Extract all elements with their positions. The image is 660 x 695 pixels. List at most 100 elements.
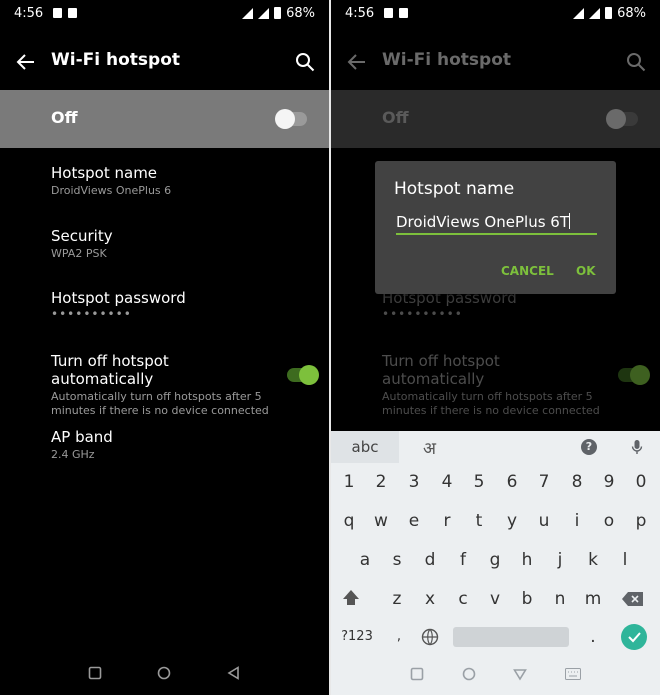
master-switch-label: Off (51, 108, 78, 127)
key[interactable]: p (625, 501, 657, 541)
home-icon[interactable] (157, 666, 171, 680)
status-bar: 4:56 68% (0, 0, 329, 26)
key[interactable]: y (496, 501, 528, 541)
key[interactable]: b (511, 579, 543, 619)
hotspot-master-switch-row: Off (331, 90, 660, 148)
keyboard-tab-abc[interactable]: abc (331, 431, 399, 463)
cancel-button[interactable]: CANCEL (501, 264, 554, 278)
search-icon[interactable] (624, 50, 648, 74)
key[interactable]: f (447, 540, 479, 580)
master-switch-label: Off (382, 108, 409, 127)
cell-signal-icon (258, 7, 270, 19)
key[interactable]: q (333, 501, 365, 541)
arrow-left-icon[interactable] (345, 50, 369, 74)
app-bar: Wi-Fi hotspot (0, 38, 329, 86)
back-nav-icon[interactable] (227, 666, 241, 680)
enter-check-icon[interactable] (621, 624, 647, 650)
setting-title: Security (51, 227, 113, 245)
battery-percent: 68% (617, 5, 646, 21)
key[interactable]: s (381, 540, 413, 580)
key[interactable]: e (398, 501, 430, 541)
key[interactable]: i (561, 501, 593, 541)
globe-icon[interactable] (421, 628, 439, 646)
mic-icon[interactable] (631, 439, 643, 455)
setting-hotspot-password[interactable]: Hotspot password •••••••••• (51, 289, 269, 321)
key[interactable]: k (577, 540, 609, 580)
key[interactable]: 0 (625, 462, 657, 502)
key[interactable]: j (544, 540, 576, 580)
key[interactable]: c (447, 579, 479, 619)
key[interactable]: r (431, 501, 463, 541)
wifi-signal-icon (242, 7, 254, 19)
keyboard-row-2: a s d f g h j k l (331, 540, 660, 580)
key[interactable]: z (381, 579, 413, 619)
key[interactable]: a (349, 540, 381, 580)
key[interactable]: 1 (333, 462, 365, 502)
battery-percent: 68% (286, 5, 315, 21)
hotspot-master-switch-row[interactable]: Off (0, 90, 329, 148)
keyboard-switch-icon[interactable] (565, 668, 582, 680)
setting-title: Turn off hotspot automatically (382, 352, 500, 388)
key[interactable]: l (609, 540, 641, 580)
key[interactable]: x (414, 579, 446, 619)
recents-icon[interactable] (88, 666, 102, 680)
nav-bar (0, 651, 329, 695)
wifi-signal-icon (573, 7, 585, 19)
setting-security[interactable]: Security WPA2 PSK (51, 227, 269, 261)
setting-hotspot-name[interactable]: Hotspot name DroidViews OnePlus 6 (51, 164, 269, 198)
image-notification-icon (68, 8, 78, 18)
period-key[interactable]: . (577, 617, 609, 657)
search-icon[interactable] (293, 50, 317, 74)
image-notification-icon (399, 8, 409, 18)
auto-off-toggle[interactable] (287, 365, 319, 385)
status-bar: 4:56 68% (331, 0, 660, 26)
key[interactable]: o (593, 501, 625, 541)
screen-rename-dialog: 4:56 68% Wi-Fi hotspot Off Hotspot passw… (331, 0, 660, 695)
keyboard-tab-hindi[interactable]: अ (423, 436, 436, 459)
hotspot-toggle[interactable] (275, 109, 307, 129)
hotspot-name-input[interactable]: DroidViews OnePlus 6T (396, 211, 597, 235)
keyboard-bottom-row: ?123 , . (331, 617, 660, 657)
emoji-comma-key[interactable]: , (383, 617, 415, 657)
key[interactable]: g (479, 540, 511, 580)
keyboard-toolbar: abc अ ? (331, 431, 660, 463)
key[interactable]: 3 (398, 462, 430, 502)
setting-auto-off[interactable]: Turn off hotspot automatically Automatic… (51, 352, 269, 418)
key[interactable]: u (528, 501, 560, 541)
dialog-title: Hotspot name (394, 179, 515, 199)
hide-keyboard-icon[interactable] (513, 667, 528, 681)
text-caret (568, 213, 570, 229)
space-key[interactable] (453, 627, 569, 647)
key[interactable]: v (479, 579, 511, 619)
key[interactable]: 8 (561, 462, 593, 502)
setting-password-mask: •••••••••• (51, 307, 132, 321)
arrow-left-icon[interactable] (14, 50, 38, 74)
shift-icon[interactable] (340, 587, 362, 609)
auto-off-toggle (618, 365, 650, 385)
key[interactable]: 6 (496, 462, 528, 502)
key[interactable]: n (544, 579, 576, 619)
key[interactable]: w (365, 501, 397, 541)
help-icon[interactable]: ? (581, 439, 597, 455)
key[interactable]: 9 (593, 462, 625, 502)
key[interactable]: d (414, 540, 446, 580)
app-bar: Wi-Fi hotspot (331, 38, 660, 86)
setting-summary: WPA2 PSK (51, 247, 107, 260)
key[interactable]: t (463, 501, 495, 541)
home-icon[interactable] (462, 667, 476, 681)
keyboard-row-3: z x c v b n m (331, 579, 660, 619)
symbols-key[interactable]: ?123 (335, 617, 379, 657)
key[interactable]: m (577, 579, 609, 619)
key[interactable]: 7 (528, 462, 560, 502)
key[interactable]: 4 (431, 462, 463, 502)
setting-password-mask: •••••••••• (382, 307, 463, 321)
recents-icon[interactable] (410, 667, 424, 681)
ok-button[interactable]: OK (576, 264, 596, 278)
battery-icon (605, 7, 613, 19)
backspace-icon[interactable] (621, 591, 645, 607)
key[interactable]: 5 (463, 462, 495, 502)
hotspot-name-dialog: Hotspot name DroidViews OnePlus 6T CANCE… (375, 161, 616, 294)
key[interactable]: h (511, 540, 543, 580)
setting-ap-band[interactable]: AP band 2.4 GHz (51, 428, 269, 462)
key[interactable]: 2 (365, 462, 397, 502)
